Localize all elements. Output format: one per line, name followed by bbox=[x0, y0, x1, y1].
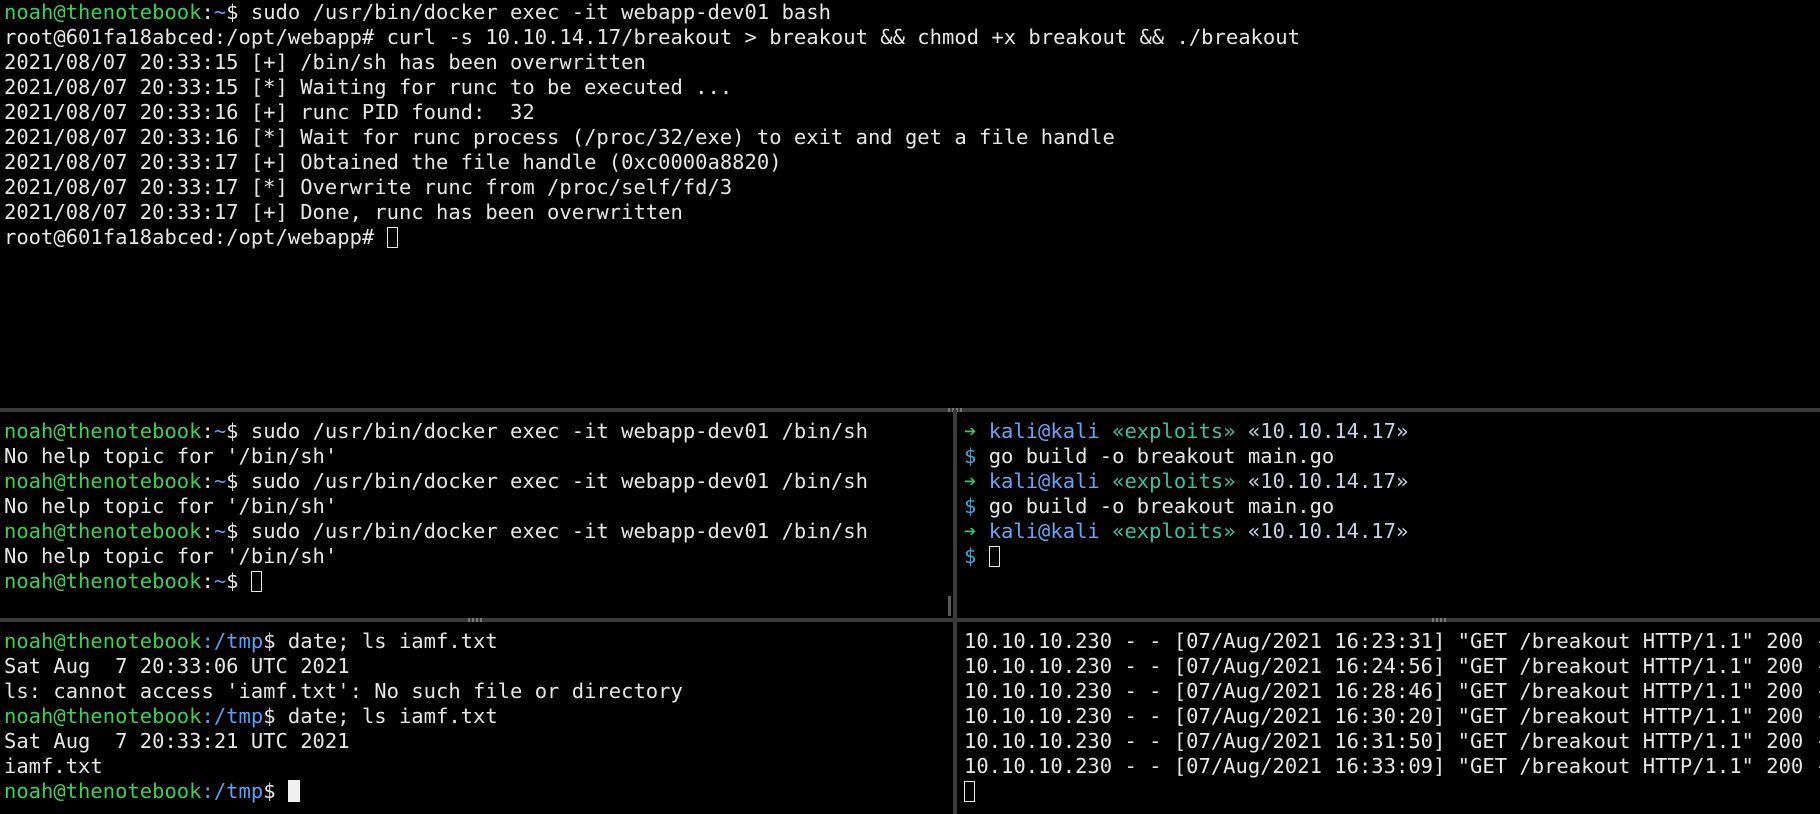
terminal-line: Sat Aug 7 20:33:06 UTC 2021 bbox=[4, 654, 350, 678]
scrollbar-thumb[interactable] bbox=[948, 596, 951, 616]
terminal-pane-bottom-left[interactable]: noah@thenotebook:/tmp$ date; ls iamf.txt… bbox=[0, 629, 950, 814]
prompt-path: ~ bbox=[213, 0, 227, 24]
prompt-path: ~ bbox=[213, 519, 227, 543]
cursor-icon bbox=[386, 227, 398, 248]
terminal-pane-bottom-right[interactable]: 10.10.10.230 - - [07/Aug/2021 16:23:31] … bbox=[960, 629, 1820, 814]
terminal-line: 2021/08/07 20:33:15 [+] /bin/sh has been… bbox=[4, 50, 646, 74]
terminal-line: ls: cannot access 'iamf.txt': No such fi… bbox=[4, 679, 683, 703]
terminal-line: noah@thenotebook:~$ sudo /usr/bin/docker… bbox=[4, 519, 868, 543]
command-text: $ sudo /usr/bin/docker exec -it webapp-d… bbox=[226, 419, 868, 443]
prompt-user: kali@kali bbox=[988, 519, 1100, 543]
prompt-path: :/tmp bbox=[201, 779, 264, 803]
prompt-user: noah@thenotebook bbox=[4, 569, 202, 593]
prompt-path: :/tmp bbox=[201, 704, 264, 728]
prompt-path: ~ bbox=[213, 469, 227, 493]
terminal-line: iamf.txt bbox=[4, 754, 103, 778]
command-text: go build -o breakout main.go bbox=[988, 494, 1335, 518]
log-line: 10.10.10.230 - - [07/Aug/2021 16:31:50] … bbox=[964, 729, 1820, 753]
prompt-text: root@601fa18abced:/opt/webapp# bbox=[4, 225, 387, 249]
prompt-path: ~ bbox=[213, 569, 227, 593]
command-text: go build -o breakout main.go bbox=[988, 444, 1335, 468]
prompt-user: noah@thenotebook bbox=[4, 779, 202, 803]
pane-divider-vertical[interactable] bbox=[953, 620, 957, 814]
terminal-pane-middle-left[interactable]: noah@thenotebook:~$ sudo /usr/bin/docker… bbox=[0, 419, 950, 619]
terminal-line: 2021/08/07 20:33:16 [*] Wait for runc pr… bbox=[4, 125, 1115, 149]
prompt-symbol: $ bbox=[964, 544, 977, 568]
prompt-symbol: $ bbox=[226, 569, 251, 593]
command-text: $ sudo /usr/bin/docker exec -it webapp-d… bbox=[226, 519, 868, 543]
prompt-user: noah@thenotebook bbox=[4, 469, 202, 493]
prompt-path: :/tmp bbox=[201, 629, 264, 653]
terminal-pane-top[interactable]: noah@thenotebook:~$ sudo /usr/bin/docker… bbox=[0, 0, 1820, 410]
prompt-arrow-icon: ➔ bbox=[964, 469, 977, 493]
prompt-path: ~ bbox=[213, 419, 227, 443]
terminal-line: $ go build -o breakout main.go bbox=[964, 494, 1816, 519]
terminal-pane-middle-right[interactable]: ➔ kali@kali «exploits» «10.10.14.17» $ g… bbox=[960, 419, 1820, 619]
terminal-line: $ go build -o breakout main.go bbox=[964, 444, 1816, 469]
prompt-user: noah@thenotebook bbox=[4, 519, 202, 543]
terminal-line: 2021/08/07 20:33:17 [*] Overwrite runc f… bbox=[4, 175, 733, 199]
kali-prompt-line: ➔ kali@kali «exploits» «10.10.14.17» bbox=[964, 419, 1816, 444]
prompt-user: noah@thenotebook bbox=[4, 419, 202, 443]
cursor-icon bbox=[964, 781, 975, 802]
cursor-icon bbox=[988, 546, 1000, 567]
terminal-line: Sat Aug 7 20:33:21 UTC 2021 bbox=[4, 729, 350, 753]
prompt-user: noah@thenotebook bbox=[4, 704, 202, 728]
command-text: $ sudo /usr/bin/docker exec -it webapp-d… bbox=[226, 469, 868, 493]
prompt-ip: «10.10.14.17» bbox=[1247, 519, 1409, 543]
terminal-line: noah@thenotebook:/tmp$ date; ls iamf.txt bbox=[4, 704, 946, 729]
terminal-line: root@601fa18abced:/opt/webapp# curl -s 1… bbox=[4, 25, 1300, 49]
prompt-directory: «exploits» bbox=[1112, 469, 1236, 493]
prompt-ip: «10.10.14.17» bbox=[1247, 469, 1409, 493]
terminal-line: noah@thenotebook:/tmp$ date; ls iamf.txt bbox=[4, 629, 946, 654]
prompt-symbol: $ bbox=[263, 779, 288, 803]
prompt-ip: «10.10.14.17» bbox=[1247, 419, 1409, 443]
terminal-line: noah@thenotebook:~$ sudo /usr/bin/docker… bbox=[4, 0, 831, 24]
terminal-prompt-line[interactable]: root@601fa18abced:/opt/webapp# bbox=[4, 225, 1816, 250]
kali-prompt-line: ➔ kali@kali «exploits» «10.10.14.17» bbox=[964, 519, 1816, 544]
pane-divider-horizontal[interactable] bbox=[0, 618, 1820, 622]
prompt-directory: «exploits» bbox=[1112, 419, 1236, 443]
terminal-line: No help topic for '/bin/sh' bbox=[4, 544, 338, 568]
log-line: 10.10.10.230 - - [07/Aug/2021 16:33:09] … bbox=[964, 754, 1820, 778]
prompt-user: kali@kali bbox=[988, 419, 1100, 443]
terminal-line: 2021/08/07 20:33:17 [+] Obtained the fil… bbox=[4, 150, 782, 174]
terminal-line: No help topic for '/bin/sh' bbox=[4, 494, 338, 518]
log-line: 10.10.10.230 - - [07/Aug/2021 16:30:20] … bbox=[964, 704, 1820, 728]
terminal-prompt-line[interactable]: noah@thenotebook:/tmp$ bbox=[4, 779, 946, 804]
pane-resize-handle[interactable] bbox=[1432, 618, 1446, 622]
terminal-line: 2021/08/07 20:33:15 [*] Waiting for runc… bbox=[4, 75, 733, 99]
terminal-line: noah@thenotebook:~$ sudo /usr/bin/docker… bbox=[4, 419, 868, 443]
kali-prompt-line: ➔ kali@kali «exploits» «10.10.14.17» bbox=[964, 469, 1816, 494]
pane-divider-horizontal[interactable] bbox=[0, 408, 1820, 412]
command-text: $ date; ls iamf.txt bbox=[263, 629, 498, 653]
prompt-arrow-icon: ➔ bbox=[964, 519, 977, 543]
terminal-prompt-line[interactable]: $ bbox=[964, 544, 1816, 569]
prompt-user: noah@thenotebook bbox=[4, 0, 202, 24]
terminal-line: 2021/08/07 20:33:16 [+] runc PID found: … bbox=[4, 100, 535, 124]
command-text: $ date; ls iamf.txt bbox=[263, 704, 498, 728]
pane-divider-vertical[interactable] bbox=[953, 410, 957, 620]
log-line: 10.10.10.230 - - [07/Aug/2021 16:28:46] … bbox=[964, 679, 1820, 703]
terminal-line: 2021/08/07 20:33:17 [+] Done, runc has b… bbox=[4, 200, 683, 224]
prompt-arrow-icon: ➔ bbox=[964, 419, 977, 443]
cursor-icon bbox=[287, 780, 300, 802]
prompt-directory: «exploits» bbox=[1112, 519, 1236, 543]
pane-resize-handle[interactable] bbox=[468, 618, 482, 622]
terminal-line: noah@thenotebook:~$ sudo /usr/bin/docker… bbox=[4, 469, 868, 493]
terminal-prompt-line[interactable] bbox=[964, 779, 1816, 804]
prompt-symbol: $ bbox=[964, 444, 977, 468]
prompt-user: kali@kali bbox=[988, 469, 1100, 493]
prompt-symbol: $ bbox=[964, 494, 977, 518]
cursor-icon bbox=[250, 571, 262, 592]
log-line: 10.10.10.230 - - [07/Aug/2021 16:23:31] … bbox=[964, 629, 1820, 653]
log-line: 10.10.10.230 - - [07/Aug/2021 16:24:56] … bbox=[964, 654, 1820, 678]
terminal-prompt-line[interactable]: noah@thenotebook:~$ bbox=[4, 569, 946, 594]
terminal-line: No help topic for '/bin/sh' bbox=[4, 444, 338, 468]
command-text: $ sudo /usr/bin/docker exec -it webapp-d… bbox=[226, 0, 831, 24]
prompt-user: noah@thenotebook bbox=[4, 629, 202, 653]
